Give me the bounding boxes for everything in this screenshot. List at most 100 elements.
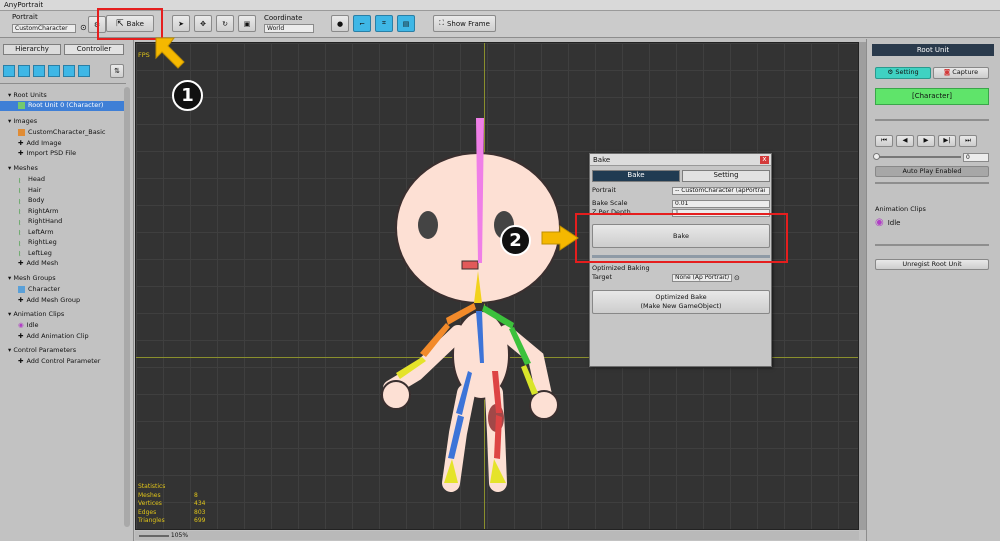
- tab-setting[interactable]: Setting: [682, 170, 770, 182]
- unregist-root-unit-button[interactable]: Unregist Root Unit: [875, 259, 989, 270]
- dialog-title: Bake: [590, 154, 771, 166]
- target-picker-icon[interactable]: ⊙: [734, 274, 740, 282]
- import-psd-button[interactable]: ✚ Import PSD File: [18, 148, 76, 159]
- optimized-bake-button[interactable]: Optimized Bake (Make New GameObject): [592, 290, 770, 314]
- mesh-group-icon: [18, 285, 25, 293]
- section-animation-clips[interactable]: ▾ Animation Clips: [8, 309, 64, 320]
- tree-item-mesh[interactable]: ⌇ Head: [18, 174, 45, 185]
- step-badge-2: 2: [500, 225, 531, 256]
- play-circle-icon: ◉: [18, 321, 24, 329]
- portrait-label: Portrait: [592, 186, 616, 194]
- bone-view-icon[interactable]: ⌐: [353, 15, 371, 32]
- bake-scale-field[interactable]: 0.01: [672, 200, 770, 208]
- divider: [875, 119, 989, 121]
- mesh-icon: ⌇: [18, 250, 22, 259]
- mesh-icon: ⌇: [18, 229, 22, 238]
- add-mesh-group-button[interactable]: ✚ Add Mesh Group: [18, 295, 80, 306]
- mesh-icon: ⌇: [18, 239, 22, 248]
- optimized-baking-label: Optimized Baking: [592, 264, 650, 272]
- inspector-title: Root Unit: [872, 44, 994, 56]
- filter-group-icon[interactable]: [48, 65, 60, 77]
- add-control-parameter-button[interactable]: ✚ Add Control Parameter: [18, 356, 100, 367]
- mesh-icon: ⌇: [18, 176, 22, 185]
- first-frame-icon[interactable]: ⏮: [875, 135, 893, 147]
- divider: [0, 83, 126, 84]
- frame-field[interactable]: 0: [963, 153, 989, 162]
- add-image-button[interactable]: ✚ Add Image: [18, 138, 61, 149]
- move-tool-icon[interactable]: ✥: [194, 15, 212, 32]
- filter-image-icon[interactable]: [18, 65, 30, 77]
- mesh-icon: ⌇: [18, 218, 22, 227]
- tree-item-mesh[interactable]: ⌇ LeftArm: [18, 227, 54, 238]
- tree-item-root-unit[interactable]: Root Unit 0 (Character): [18, 100, 103, 111]
- hierarchy-scrollbar[interactable]: [124, 87, 130, 527]
- section-root-units[interactable]: ▾ Root Units: [8, 90, 47, 101]
- image-icon: [18, 128, 25, 136]
- tab-controller[interactable]: Controller: [64, 44, 124, 55]
- zoom-bar[interactable]: 105%: [135, 531, 859, 540]
- tab-bake[interactable]: Bake: [592, 170, 680, 182]
- tree-item-image[interactable]: CustomCharacter_Basic: [18, 127, 105, 138]
- frame-slider[interactable]: [875, 156, 961, 158]
- sort-icon[interactable]: ⇅: [110, 64, 124, 78]
- last-frame-icon[interactable]: ⏭: [959, 135, 977, 147]
- divider: [875, 182, 989, 184]
- clip-item-idle[interactable]: ◉ Idle: [875, 217, 901, 228]
- portrait-picker-icon[interactable]: ⊙: [80, 23, 87, 32]
- viewport-vscroll[interactable]: [859, 42, 866, 530]
- plus-icon: ✚: [18, 357, 24, 365]
- tree-item-mesh[interactable]: ⌇ RightLeg: [18, 237, 57, 248]
- add-animation-clip-button[interactable]: ✚ Add Animation Clip: [18, 331, 89, 342]
- portrait-select[interactable]: CustomCharacter: [12, 24, 76, 33]
- animation-clips-label: Animation Clips: [875, 205, 926, 213]
- tree-item-mesh[interactable]: ⌇ RightArm: [18, 206, 58, 217]
- auto-play-button[interactable]: Auto Play Enabled: [875, 166, 989, 177]
- onion-skin-icon[interactable]: ●: [331, 15, 349, 32]
- tree-item-mesh[interactable]: ⌇ Hair: [18, 185, 41, 196]
- prev-frame-icon[interactable]: ◀: [896, 135, 914, 147]
- filter-toolbar: [3, 65, 90, 77]
- zoom-slider[interactable]: [139, 534, 169, 537]
- section-meshes[interactable]: ▾ Meshes: [8, 163, 38, 174]
- filter-param-icon[interactable]: [78, 65, 90, 77]
- play-icon[interactable]: ▶: [917, 135, 935, 147]
- scale-tool-icon[interactable]: ▣: [238, 15, 256, 32]
- capture-button[interactable]: ◙ Capture: [933, 67, 989, 79]
- portrait-label: Portrait: [12, 13, 38, 21]
- portrait-field[interactable]: -- CustomCharacter (apPortrai: [672, 187, 770, 195]
- stat-value: 803: [194, 508, 206, 516]
- filter-root-icon[interactable]: [3, 65, 15, 77]
- section-mesh-groups[interactable]: ▾ Mesh Groups: [8, 273, 56, 284]
- setting-button[interactable]: ⚙ Setting: [875, 67, 931, 79]
- arrow-icon: [155, 37, 185, 69]
- mesh-view-icon[interactable]: ⌗: [375, 15, 393, 32]
- select-tool-icon[interactable]: ➤: [172, 15, 190, 32]
- filter-mesh-icon[interactable]: [33, 65, 45, 77]
- show-frame-button[interactable]: ⛶ Show Frame: [433, 15, 496, 32]
- mesh-icon: ⌇: [18, 197, 22, 206]
- tree-item-mesh[interactable]: ⌇ RightHand: [18, 216, 62, 227]
- tree-item-mesh[interactable]: ⌇ LeftLeg: [18, 248, 52, 259]
- coordinate-select[interactable]: World: [264, 24, 314, 33]
- arrow-icon: [541, 225, 579, 251]
- add-mesh-button[interactable]: ✚ Add Mesh: [18, 258, 58, 269]
- next-frame-icon[interactable]: ▶|: [938, 135, 956, 147]
- tree-item-mesh[interactable]: ⌇ Body: [18, 195, 44, 206]
- physics-view-icon[interactable]: ▤: [397, 15, 415, 32]
- close-icon[interactable]: x: [760, 156, 769, 164]
- character-preview[interactable]: [366, 113, 606, 530]
- tab-hierarchy[interactable]: Hierarchy: [3, 44, 61, 55]
- section-images[interactable]: ▾ Images: [8, 116, 37, 127]
- filter-anim-icon[interactable]: [63, 65, 75, 77]
- tree-item-animation[interactable]: ◉ Idle: [18, 320, 39, 331]
- setting-icon: ⚙: [887, 68, 894, 76]
- tree-item-mesh-group[interactable]: Character: [18, 284, 60, 295]
- show-frame-label: Show Frame: [446, 19, 490, 28]
- camera-icon: ◙: [943, 68, 951, 76]
- section-control-parameters[interactable]: ▾ Control Parameters: [8, 345, 76, 356]
- hierarchy-panel: Hierarchy Controller ⇅ ▾ Root Units Root…: [0, 39, 134, 541]
- rotate-tool-icon[interactable]: ↻: [216, 15, 234, 32]
- frame-slider-handle[interactable]: [873, 153, 880, 160]
- target-field[interactable]: None (Ap Portrait): [672, 274, 732, 282]
- plus-icon: ✚: [18, 295, 24, 304]
